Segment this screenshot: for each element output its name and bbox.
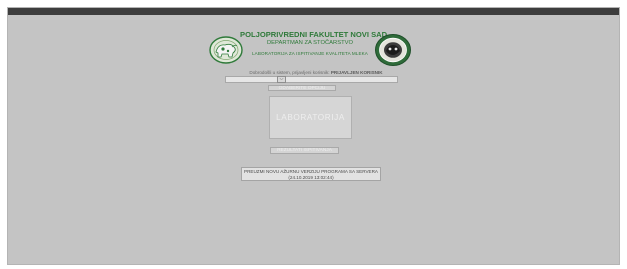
update-button-date: (24.10.2019 13:02:44): [288, 174, 334, 180]
chevron-down-icon[interactable]: ⌵: [277, 76, 286, 83]
user-label: Dobrodošli u sistem, prijavljeni korisni…: [249, 70, 330, 75]
seal-logo-icon: [375, 34, 411, 66]
laboratory-title: LABORATORIJA ZA ISPITIVANJE KVALITETA ML…: [252, 51, 368, 57]
download-update-button[interactable]: PREUZMI NOVU AŽURNU VERZIJU PROGRAMA SA …: [241, 167, 381, 181]
update-button-label: PREUZMI NOVU AŽURNU VERZIJU PROGRAMA SA …: [244, 169, 378, 174]
user-name: PRIJAVLJEN KORISNIK: [330, 70, 383, 75]
option-select[interactable]: ⌵: [225, 76, 398, 83]
main-content: POLJOPRIVREDNI FAKULTET NOVI SAD DEPARTM…: [8, 15, 619, 265]
title-bar[interactable]: [8, 8, 619, 15]
faculty-title: POLJOPRIVREDNI FAKULTET NOVI SAD: [240, 30, 388, 39]
header-text: POLJOPRIVREDNI FAKULTET NOVI SAD DEPARTM…: [240, 30, 388, 57]
header-banner: POLJOPRIVREDNI FAKULTET NOVI SAD DEPARTM…: [206, 29, 418, 69]
app-window: POLJOPRIVREDNI FAKULTET NOVI SAD DEPARTM…: [7, 7, 620, 265]
test-results-button[interactable]: REZULTATI ISPITIVANJA: [270, 147, 339, 154]
choose-option-button[interactable]: ODABERITE OPCIJU: [268, 85, 336, 91]
department-title: DEPARTMAN ZA STOČARSTVO: [266, 39, 353, 46]
logged-in-user: Dobrodošli u sistem, prijavljeni korisni…: [208, 70, 424, 75]
cow-logo-icon: [209, 36, 243, 64]
laboratory-button[interactable]: LABORATORIJA: [269, 96, 352, 139]
